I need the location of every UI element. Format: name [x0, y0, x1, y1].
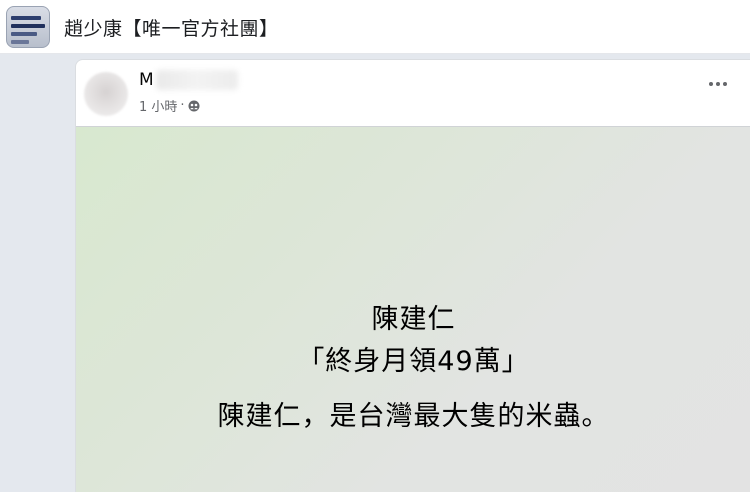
post-timestamp[interactable]: 1 小時 [139, 96, 177, 115]
more-dot [709, 82, 713, 86]
meta-separator: · [180, 98, 185, 113]
group-members-icon[interactable] [188, 100, 200, 112]
more-options-icon[interactable] [704, 74, 732, 94]
post-meta: 1 小時 · [139, 96, 200, 115]
post-card: M 1 小時 · 陳建仁 「終身月領49萬」 陳建仁，是台灣最大隻的米蟲。 [75, 59, 750, 492]
author-avatar[interactable] [84, 72, 128, 116]
thumbnail-graphic [11, 16, 41, 20]
image-headline: 陳建仁 [371, 304, 456, 335]
thumbnail-graphic [11, 32, 37, 36]
thumbnail-graphic [11, 24, 45, 28]
image-quote: 「終身月領49萬」 [297, 346, 530, 377]
author-name-link[interactable]: M [139, 70, 154, 90]
more-dot [716, 82, 720, 86]
group-header: 趙少康【唯一官方社團】 [0, 0, 750, 54]
thumbnail-graphic [11, 40, 29, 44]
author-name-redaction [156, 70, 238, 90]
group-thumbnail[interactable] [6, 6, 50, 48]
group-name-link[interactable]: 趙少康【唯一官方社團】 [64, 14, 279, 41]
post-image[interactable]: 陳建仁 「終身月領49萬」 陳建仁，是台灣最大隻的米蟲。 [76, 126, 750, 492]
image-caption: 陳建仁，是台灣最大隻的米蟲。 [217, 401, 610, 432]
more-dot [723, 82, 727, 86]
left-rail [0, 55, 75, 492]
